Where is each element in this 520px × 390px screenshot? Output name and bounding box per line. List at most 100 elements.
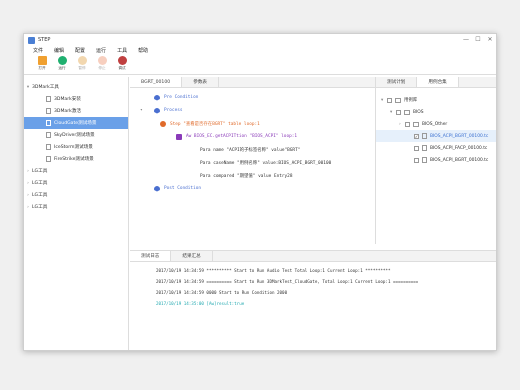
step-line[interactable]: ▾ Process <box>130 104 375 117</box>
log-line: 2017/10/19 14:35:00 [Aw]result:true <box>156 301 245 306</box>
tab-bgrt[interactable]: BGRT_00100 <box>130 77 183 87</box>
chevron-right-icon[interactable]: › <box>24 205 32 210</box>
toolbar: 打开 运行 暂停 停止 调试 <box>24 55 496 75</box>
document-icon <box>46 96 51 102</box>
tree-group[interactable]: ▾ 3DMark工具 <box>24 81 128 93</box>
step-text: Pre Condition <box>164 95 199 100</box>
case-tree-item[interactable]: ▾ BIOS <box>376 106 496 118</box>
case-tree-item[interactable]: ▾ 用例库 <box>376 94 496 106</box>
case-tree-item[interactable]: BIOS_ACPI_FACP_00100.tc <box>376 142 496 154</box>
step-text: Process <box>164 108 183 113</box>
case-tree-label: BIOS_ACPI_FACP_00100.tc <box>430 145 488 151</box>
chevron-right-icon[interactable]: › <box>24 181 32 186</box>
toolbar-label: 调试 <box>118 66 126 70</box>
case-tree-label: BIOS_Other <box>422 121 448 127</box>
chevron-right-icon[interactable]: › <box>24 169 32 174</box>
tree-item-label: 3DMark工具 <box>32 85 59 90</box>
checkbox[interactable] <box>414 145 419 151</box>
step-list: Pre Condition ▾ Process Step "查看是否存在BGRT" t… <box>130 88 375 195</box>
window-title: STEP <box>38 37 51 43</box>
tree-item-label: FireStrike测试场景 <box>54 157 94 162</box>
step-line[interactable]: Aw BIOS_EC.getACPITtion "BIOS_ACPI" loop… <box>130 130 375 143</box>
step-icon <box>176 133 182 140</box>
editor-panel: BGRT_00100 参数表 Pre Condition ▾ Process Step… <box>130 77 375 244</box>
menu-edit[interactable]: 编辑 <box>54 47 64 54</box>
tab-result-summary[interactable]: 结果汇总 <box>171 251 213 261</box>
tab-case-collection[interactable]: 用例合集 <box>417 77 459 87</box>
maximize-button[interactable]: ☐ <box>472 34 484 46</box>
case-tree-item[interactable]: ✓ BIOS_ACPI_BGRT_00100.tc <box>376 130 496 142</box>
toolbar-label: 停止 <box>98 66 106 70</box>
step-text: Para name "ACPI的子标签名称" value"BGRT" <box>200 147 301 153</box>
debug-button[interactable]: 调试 <box>112 56 132 71</box>
app-icon <box>28 36 35 44</box>
open-button[interactable]: 打开 <box>32 56 52 71</box>
step-line[interactable]: Para caseName "用例名称" value:BIOS_ACPI_BGR… <box>130 156 375 169</box>
case-tree-label: BIOS_ACPI_BGRT_00100.tc <box>430 133 489 139</box>
step-line[interactable]: Para name "ACPI的子标签名称" value"BGRT" <box>130 143 375 156</box>
minimize-button[interactable]: — <box>460 34 472 46</box>
tree-item-label: SkyDriver测试场景 <box>54 133 95 138</box>
title-bar: STEP — ☐ ✕ <box>24 34 496 46</box>
tree-item-label: LG工具 <box>32 205 48 210</box>
pause-button[interactable]: 暂停 <box>72 56 92 71</box>
menu-help[interactable]: 帮助 <box>138 47 148 54</box>
folder-icon <box>413 121 419 127</box>
document-icon <box>422 145 427 151</box>
checkbox[interactable] <box>405 121 410 127</box>
tree-item[interactable]: 3DMark安装 <box>24 93 128 105</box>
log-output: 2017/10/19 14:34:59 ********** Start to … <box>130 262 496 309</box>
case-tree-label: BIOS_ACPI_BGRT_00100.tc <box>430 157 489 163</box>
document-icon <box>422 157 427 163</box>
tree-group[interactable]: › LG工具 <box>24 165 128 177</box>
case-tree-label: 用例库 <box>404 98 418 103</box>
menu-run[interactable]: 运行 <box>96 47 106 54</box>
step-line[interactable]: Pre Condition <box>130 91 375 104</box>
tree-item[interactable]: 3DMark激活 <box>24 105 128 117</box>
tree-item[interactable]: SkyDriver测试场景 <box>24 129 128 141</box>
folder-icon <box>395 97 401 103</box>
step-line[interactable]: Step "查看是否存在BGRT" table loop:1 <box>130 117 375 130</box>
step-line[interactable]: Para compared "期望值" value Entry28 <box>130 169 375 182</box>
step-line[interactable]: Post Condition <box>130 182 375 195</box>
menu-file[interactable]: 文件 <box>33 47 43 54</box>
stop-icon <box>97 56 107 65</box>
toolbar-label: 运行 <box>58 66 66 70</box>
tree-item-label: LG工具 <box>32 169 48 174</box>
case-tree-item[interactable]: › BIOS_Other <box>376 118 496 130</box>
document-icon <box>46 108 51 114</box>
tree-item-label: 3DMark激活 <box>54 109 81 114</box>
menu-tools[interactable]: 工具 <box>117 47 127 54</box>
open-icon <box>37 56 47 65</box>
case-tree-item[interactable]: BIOS_ACPI_BGRT_00100.tc <box>376 154 496 166</box>
chevron-right-icon[interactable]: › <box>24 193 32 198</box>
tab-test-plan[interactable]: 测试计划 <box>376 77 418 87</box>
pause-icon <box>77 56 87 65</box>
checkbox[interactable]: ✓ <box>414 133 419 139</box>
menu-config[interactable]: 配置 <box>75 47 85 54</box>
tab-params[interactable]: 参数表 <box>182 77 220 87</box>
log-line: 2017/10/19 14:34:59 ========== Start to … <box>156 279 419 284</box>
close-button[interactable]: ✕ <box>484 34 496 46</box>
tree-group[interactable]: › LG工具 <box>24 189 128 201</box>
tree-group[interactable]: › LG工具 <box>24 201 128 213</box>
tree-group[interactable]: › LG工具 <box>24 177 128 189</box>
stop-button[interactable]: 停止 <box>92 56 112 71</box>
case-tabs: 测试计划 用例合集 <box>376 77 496 88</box>
chevron-down-icon[interactable]: ▾ <box>140 108 143 113</box>
tree-item[interactable]: FireStrike测试场景 <box>24 153 128 165</box>
tree-item[interactable]: IceStorm测试场景 <box>24 141 128 153</box>
checkbox[interactable] <box>414 157 419 163</box>
tab-test-log[interactable]: 测试日志 <box>130 251 172 261</box>
step-text: Aw BIOS_EC.getACPITtion "BIOS_ACPI" loop… <box>186 134 298 139</box>
project-tree: ▾ 3DMark工具 3DMark安装 3DMark激活 CloudGate测试场景 Sk… <box>24 77 129 350</box>
checkbox[interactable] <box>396 109 401 115</box>
step-icon <box>154 107 160 114</box>
folder-icon <box>404 109 410 115</box>
run-button[interactable]: 运行 <box>52 56 72 71</box>
toolbar-label: 打开 <box>38 66 46 70</box>
case-tree: ▾ 用例库 ▾ BIOS › BIOS_Other ✓ BIOS_ACPI_BGRT_0010… <box>376 88 496 166</box>
chevron-down-icon[interactable]: ▾ <box>24 85 32 90</box>
checkbox[interactable] <box>387 97 392 103</box>
tree-item[interactable]: CloudGate测试场景 <box>24 117 128 129</box>
